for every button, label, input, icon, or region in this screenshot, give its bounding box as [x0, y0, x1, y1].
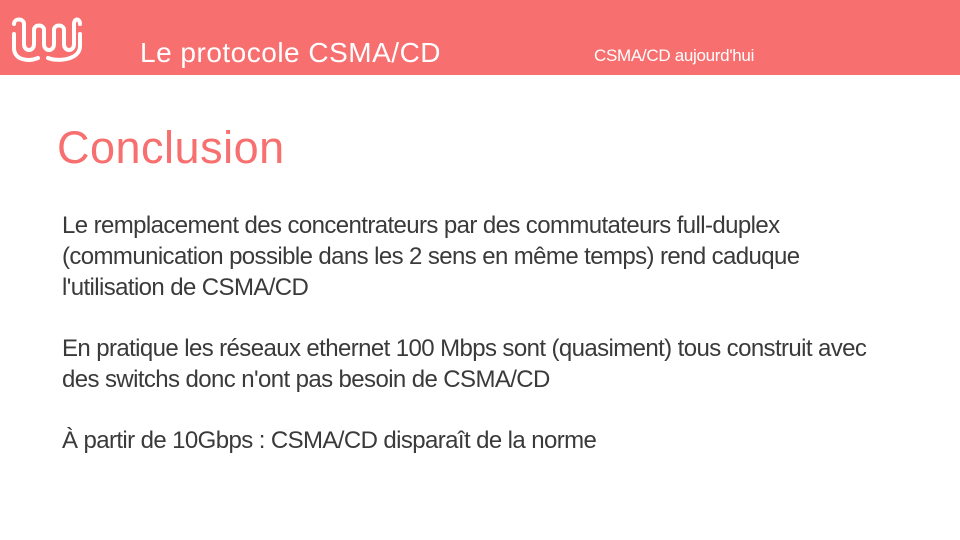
wave-logo-icon — [12, 17, 82, 62]
paragraph-full-duplex: Le remplacement des concentrateurs par d… — [62, 212, 800, 301]
header-bar: Le protocole CSMA/CD CSMA/CD aujourd'hui — [0, 0, 960, 75]
slide-title: Conclusion — [57, 122, 285, 173]
section-title: CSMA/CD aujourd'hui — [594, 46, 755, 65]
paragraph-10gbps: À partir de 10Gbps : CSMA/CD disparaît d… — [62, 427, 597, 454]
slide-body: Le remplacement des concentrateurs par d… — [62, 210, 902, 486]
paragraph-ethernet-100mbps: En pratique les réseaux ethernet 100 Mbp… — [62, 335, 867, 393]
presentation-title: Le protocole CSMA/CD — [140, 37, 442, 68]
slide: Le protocole CSMA/CD CSMA/CD aujourd'hui… — [0, 0, 960, 540]
